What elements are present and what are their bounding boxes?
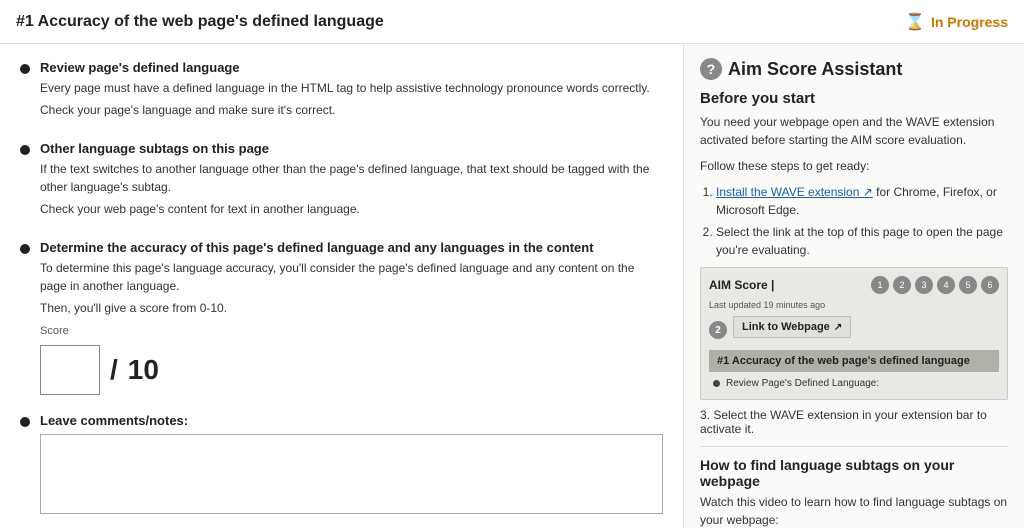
step-circle-6: 6 [981, 276, 999, 294]
aim-preview-steps: 1 2 3 4 5 6 [871, 276, 999, 294]
comments-content: Leave comments/notes: [40, 413, 663, 517]
step-2: Select the link at the top of this page … [716, 223, 1008, 259]
steps-list: Install the WAVE extension ↗ for Chrome,… [700, 183, 1008, 259]
comments-textarea[interactable] [40, 434, 663, 514]
bullet-1 [20, 64, 30, 74]
status-label: In Progress [931, 14, 1008, 30]
score-label: Score [40, 325, 663, 337]
right-panel: ? Aim Score Assistant Before you start Y… [684, 44, 1024, 528]
aim-review-item: Review Page's Defined Language: [709, 376, 999, 391]
review-item-label: Review Page's Defined Language: [726, 378, 879, 389]
section-content-1: Review page's defined language Every pag… [40, 60, 650, 123]
link-button-label: Link to Webpage [742, 321, 830, 333]
step-1: Install the WAVE extension ↗ for Chrome,… [716, 183, 1008, 219]
section-heading-1: Review page's defined language [40, 60, 650, 75]
comments-label: Leave comments/notes: [40, 413, 663, 428]
follow-steps-label: Follow these steps to get ready: [700, 157, 1008, 175]
section-comments: Leave comments/notes: [20, 413, 663, 517]
section-para-2b: Check your web page's content for text i… [40, 200, 663, 218]
step-circle-4: 4 [937, 276, 955, 294]
section-para-1a: Every page must have a defined language … [40, 79, 650, 97]
section-heading-2: Other language subtags on this page [40, 141, 663, 156]
section-review-language: Review page's defined language Every pag… [20, 60, 663, 123]
aim-preview-card: AIM Score | 1 2 3 4 5 6 Last updated 19 … [700, 267, 1008, 400]
section-para-2a: If the text switches to another language… [40, 160, 663, 196]
how-to-body: Watch this video to learn how to find la… [700, 493, 1008, 528]
how-to-title: How to find language subtags on your web… [700, 457, 1008, 489]
step-circle-5: 5 [959, 276, 977, 294]
score-total: 10 [128, 354, 159, 386]
main-layout: Review page's defined language Every pag… [0, 44, 1024, 528]
section-other-language: Other language subtags on this page If t… [20, 141, 663, 222]
section-para-3b: Then, you'll give a score from 0-10. [40, 299, 663, 317]
section-para-1b: Check your page's language and make sure… [40, 101, 650, 119]
score-input-box[interactable] [40, 345, 100, 395]
bullet-2 [20, 145, 30, 155]
step-3-text: 3. Select the WAVE extension in your ext… [700, 408, 1008, 436]
review-bullet [713, 380, 720, 387]
status-badge: ⌛ In Progress [905, 12, 1008, 32]
score-divider: / [110, 354, 118, 386]
section-heading-3: Determine the accuracy of this page's de… [40, 240, 663, 255]
wave-extension-link[interactable]: Install the WAVE extension ↗ [716, 185, 873, 199]
section-content-3: Determine the accuracy of this page's de… [40, 240, 663, 395]
section-content-2: Other language subtags on this page If t… [40, 141, 663, 222]
header: #1 Accuracy of the web page's defined la… [0, 0, 1024, 44]
hourglass-icon: ⌛ [905, 12, 925, 32]
before-start-title: Before you start [700, 90, 1008, 107]
aim-preview-title: AIM Score | [709, 278, 774, 292]
step-circle-3: 3 [915, 276, 933, 294]
step-circle-2: 2 [893, 276, 911, 294]
before-start-body: You need your webpage open and the WAVE … [700, 113, 1008, 149]
link-to-webpage-button[interactable]: Link to Webpage [733, 316, 851, 338]
left-panel: Review page's defined language Every pag… [0, 44, 684, 528]
assistant-title: ? Aim Score Assistant [700, 58, 1008, 80]
step-circle-1: 1 [871, 276, 889, 294]
link-step-num: 2 [709, 321, 727, 339]
assistant-title-text: Aim Score Assistant [728, 59, 902, 80]
divider [700, 446, 1008, 447]
page-title: #1 Accuracy of the web page's defined la… [16, 13, 384, 31]
question-icon: ? [700, 58, 722, 80]
section-para-3a: To determine this page's language accura… [40, 259, 663, 295]
bullet-4 [20, 417, 30, 427]
section-determine-accuracy: Determine the accuracy of this page's de… [20, 240, 663, 395]
aim-question-bar: #1 Accuracy of the web page's defined la… [709, 350, 999, 372]
score-row: / 10 [40, 345, 663, 395]
aim-preview-subtitle: Last updated 19 minutes ago [709, 300, 999, 310]
external-link-icon [834, 321, 842, 333]
bullet-3 [20, 244, 30, 254]
aim-preview-header: AIM Score | 1 2 3 4 5 6 [709, 276, 999, 294]
